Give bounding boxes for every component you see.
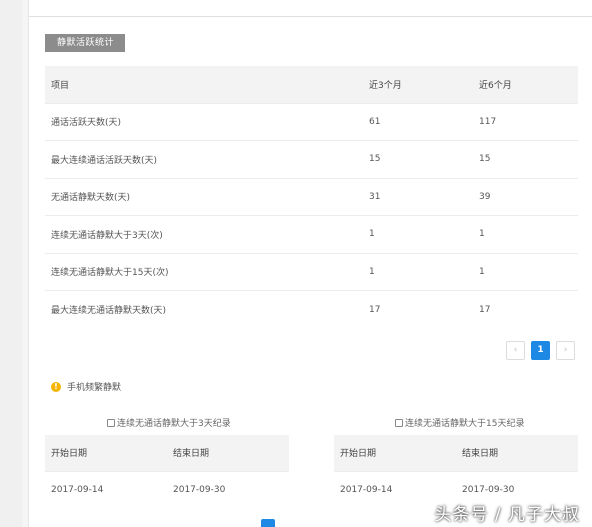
section-tag: 静默活跃统计 [45,34,125,52]
page-1-button[interactable]: 1 [531,341,550,360]
table-row: 最大连续无通话静默天数(天) 17 17 [45,290,578,328]
warning-icon: ! [51,381,61,392]
row-3-months: 31 [363,177,473,216]
row-item: 连续无通话静默大于3天(次) [45,215,363,253]
row-6-months: 17 [473,290,578,328]
row-item: 最大连续无通话静默天数(天) [45,290,363,328]
row-item: 通话活跃天数(天) [45,102,363,141]
right-record-table: 开始日期 结束日期 2017-09-14 2017-09-30 [334,435,578,509]
row-6-months: 117 [473,102,578,141]
table-row: 连续无通话静默大于3天(次) 1 1 [45,215,578,253]
column-header-item: 项目 [45,66,363,103]
table-header-row: 开始日期 结束日期 [45,435,289,471]
divider [29,16,592,17]
table-row: 连续无通话静默大于15天(次) 1 1 [45,252,578,291]
row-3-months: 1 [363,252,473,291]
table-row: 无通话静默天数(天) 31 39 [45,177,578,216]
row-3-months: 61 [363,102,473,141]
start-date: 2017-09-14 [45,470,167,509]
row-3-months: 17 [363,290,473,328]
left-record-title-text: 连续无通话静默大于3天纪录 [117,419,231,429]
notice: ! 手机频繁静默 [51,380,121,393]
table-header-row: 项目 近3个月 近6个月 [45,66,578,103]
row-item: 最大连续通话活跃天数(天) [45,140,363,178]
table-row: 最大连续通话活跃天数(天) 15 15 [45,140,578,178]
next-page-button[interactable]: › [556,341,575,360]
left-record-title: 连续无通话静默大于3天纪录 [107,416,231,429]
end-date: 2017-09-30 [167,470,289,509]
prev-page-button[interactable]: ‹ [506,341,525,360]
row-6-months: 15 [473,140,578,178]
table-row: 2017-09-14 2017-09-30 [45,470,289,509]
column-header-3-months: 近3个月 [363,66,473,103]
column-header-start: 开始日期 [45,435,167,471]
row-item: 无通话静默天数(天) [45,177,363,216]
row-6-months: 39 [473,177,578,216]
column-header-start: 开始日期 [334,435,456,471]
right-record-title-text: 连续无通话静默大于15天纪录 [405,419,525,429]
table-row: 通话活跃天数(天) 61 117 [45,102,578,141]
row-6-months: 1 [473,252,578,291]
calendar-icon [107,418,115,427]
column-header-end: 结束日期 [456,435,578,471]
pagination: ‹ 1 › [506,341,575,360]
row-3-months: 1 [363,215,473,253]
row-item: 连续无通话静默大于15天(次) [45,252,363,291]
left-rail [0,0,22,527]
row-3-months: 15 [363,140,473,178]
table-header-row: 开始日期 结束日期 [334,435,578,471]
calendar-icon [395,418,403,427]
notice-text: 手机频繁静默 [67,383,122,393]
stats-table: 项目 近3个月 近6个月 通话活跃天数(天) 61 117 最大连续通话活跃天数… [45,66,578,328]
column-header-end: 结束日期 [167,435,289,471]
left-record-table: 开始日期 结束日期 2017-09-14 2017-09-30 [45,435,289,509]
right-record-title: 连续无通话静默大于15天纪录 [395,416,524,429]
row-6-months: 1 [473,215,578,253]
page: 静默活跃统计 项目 近3个月 近6个月 通话活跃天数(天) 61 117 最大连… [0,0,592,527]
watermark: 头条号 / 凡子大叔 [434,505,580,525]
pager-button[interactable] [261,519,275,527]
column-header-6-months: 近6个月 [473,66,578,103]
content-panel: 静默活跃统计 项目 近3个月 近6个月 通话活跃天数(天) 61 117 最大连… [28,0,592,527]
